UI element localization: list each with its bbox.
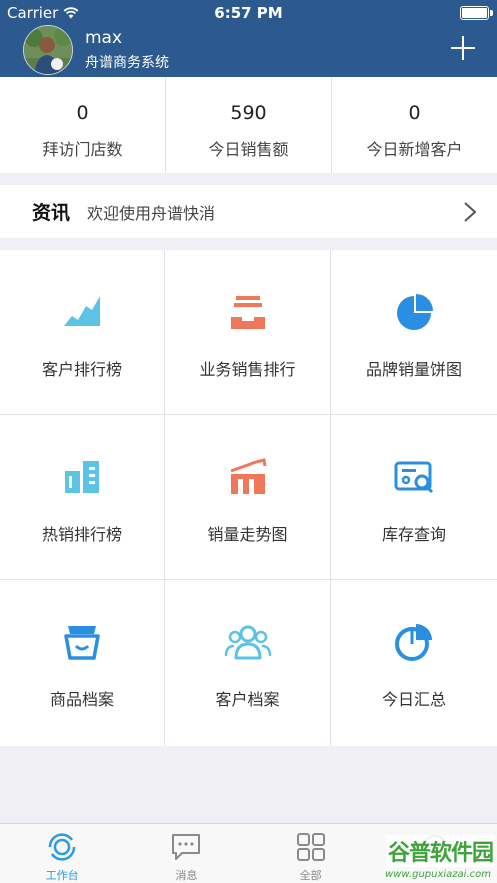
tab-label: 全部 [299,869,322,882]
watermark-url: www.gupuxiazai.com [385,869,491,880]
company-name: 舟谱商务系统 [85,55,169,71]
buildings-icon [65,461,99,493]
stat-label: 今日销售额 [208,140,289,159]
grid-item-daily-summary[interactable]: 今日汇总 [331,580,497,746]
grid-item-inventory[interactable]: 库存查询 [331,415,497,580]
clock: 6:57 PM [214,4,283,22]
grid-item-label: 库存查询 [381,525,446,544]
stat-value: 0 [408,102,421,124]
status-bar: Carrier 6:57 PM [0,0,497,26]
pie-chart-icon [397,294,433,330]
bar-trend-icon [229,458,266,494]
user-name: max [85,28,123,48]
avatar[interactable] [23,25,73,75]
stat-label: 今日新增客户 [366,140,463,159]
feature-grid: 客户排行榜 业务销售排行 品牌销量饼图 热销排行榜 销量走势图 库存查询 商品档… [0,250,497,746]
workbench-icon [48,833,76,861]
watermark-logo: 谷普软件园 [387,841,494,866]
stats-row: 0 拜访门店数 590 今日销售额 0 今日新增客户 [0,77,497,173]
grid-item-label: 热销排行榜 [41,525,122,544]
tab-label: 消息 [175,869,198,882]
tab-label: 工作台 [45,869,79,882]
tab-messages[interactable]: 消息 [124,824,248,883]
stat-value: 590 [230,102,267,124]
basket-icon [64,626,100,660]
add-button[interactable] [451,36,475,60]
grid-item-label: 今日汇总 [381,690,446,709]
inbox-stack-icon [230,296,265,329]
tab-workbench[interactable]: 工作台 [0,824,124,883]
news-text: 欢迎使用舟谱快消 [87,203,216,223]
grid-item-sales-trend[interactable]: 销量走势图 [165,415,331,580]
grid-item-product-archive[interactable]: 商品档案 [0,580,165,746]
grid-icon [296,833,325,861]
stat-sales[interactable]: 590 今日销售额 [166,77,332,173]
battery-icon [460,6,493,20]
summary-pie-icon [395,624,432,661]
grid-item-label: 销量走势图 [207,525,288,544]
grid-item-label: 商品档案 [49,690,114,709]
users-icon [224,625,271,660]
grid-item-brand-pie[interactable]: 品牌销量饼图 [331,250,497,415]
chevron-right-icon [464,202,477,222]
stat-label: 拜访门店数 [42,140,123,159]
stat-new-customers[interactable]: 0 今日新增客户 [332,77,497,173]
grid-item-hot-ranking[interactable]: 热销排行榜 [0,415,165,580]
grid-item-label: 客户档案 [215,690,280,709]
grid-item-label: 客户排行榜 [41,360,122,379]
grid-item-customer-archive[interactable]: 客户档案 [165,580,331,746]
inventory-search-icon [394,461,434,494]
grid-item-sales-ranking[interactable]: 业务销售排行 [165,250,331,415]
tab-all[interactable]: 全部 [249,824,373,883]
grid-item-label: 业务销售排行 [199,360,296,379]
news-bar[interactable]: 资讯 欢迎使用舟谱快消 [0,185,497,238]
watermark: 谷普软件园 www.gupuxiazai.com [385,835,495,880]
area-chart-icon [64,296,100,326]
message-icon [172,834,201,860]
grid-item-customer-ranking[interactable]: 客户排行榜 [0,250,165,415]
stat-visits[interactable]: 0 拜访门店数 [0,77,166,173]
news-title: 资讯 [32,202,71,224]
header-bar: Carrier 6:57 PM max 舟谱商务系统 [0,0,497,77]
stat-value: 0 [76,102,89,124]
grid-item-label: 品牌销量饼图 [365,360,462,379]
